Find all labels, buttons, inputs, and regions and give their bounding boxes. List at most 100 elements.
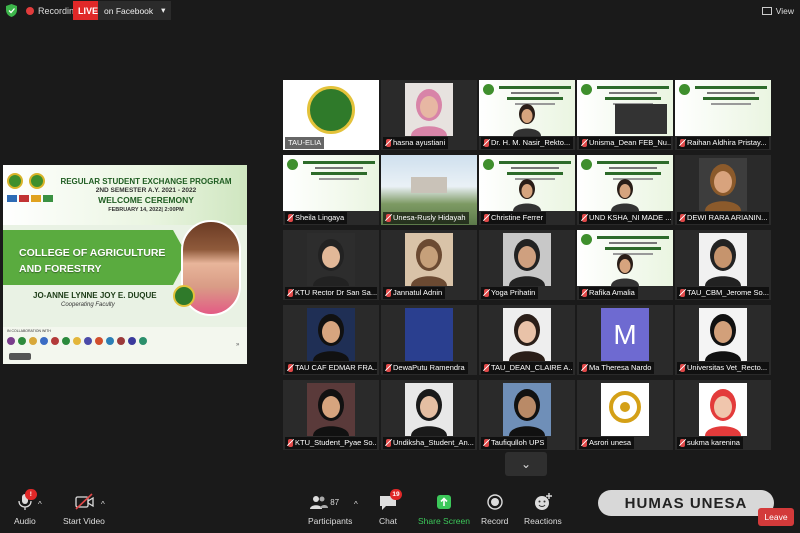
participant-tile[interactable]: Undiksha_Student_An... bbox=[381, 380, 477, 450]
participant-name: Universitas Vet_Recto... bbox=[687, 363, 768, 372]
participant-name-tag: Jannatul Adnin bbox=[383, 287, 446, 299]
participant-name: Ma Theresa Nardo bbox=[589, 363, 652, 372]
participant-tile[interactable]: Raihan Aldhira Pristay... bbox=[675, 80, 771, 150]
slide-semester: 2ND SEMESTER A.Y. 2021 - 2022 bbox=[95, 187, 197, 194]
participant-tile[interactable]: Sheila Lingaya bbox=[283, 155, 379, 225]
university-logo-icon bbox=[7, 173, 23, 189]
participant-tile[interactable]: Universitas Vet_Recto... bbox=[675, 305, 771, 375]
participant-video bbox=[405, 308, 453, 361]
participant-name: TAU_DEAN_CLAIRE A... bbox=[491, 363, 573, 372]
participant-tile[interactable]: Rafika Amalia bbox=[577, 230, 673, 300]
muted-mic-icon bbox=[582, 289, 587, 297]
participant-tile[interactable]: KTU_Student_Pyae So... bbox=[283, 380, 379, 450]
livestream-target-dropdown[interactable]: on Facebook ▾ bbox=[98, 1, 172, 20]
participant-tile[interactable]: UND KSHA_NI MADE ... bbox=[577, 155, 673, 225]
participant-name-tag: TAU_DEAN_CLAIRE A... bbox=[481, 362, 573, 374]
chevron-down-icon: ▾ bbox=[161, 5, 166, 15]
record-button[interactable]: Record bbox=[481, 492, 508, 526]
muted-mic-icon bbox=[582, 439, 587, 447]
participant-name-tag: TAU-ELIA bbox=[285, 137, 325, 149]
slide-person-role: Cooperating Faculty bbox=[61, 302, 115, 308]
share-screen-icon bbox=[434, 492, 454, 512]
muted-mic-icon bbox=[680, 139, 685, 147]
view-button[interactable]: View bbox=[761, 3, 794, 18]
college-emblem-icon bbox=[173, 285, 195, 307]
participant-tile[interactable]: DEWI RARA ARIANIN... bbox=[675, 155, 771, 225]
participant-tile[interactable]: TAU-ELIA bbox=[283, 80, 379, 150]
recording-indicator[interactable]: Recording bbox=[26, 3, 79, 19]
video-indicator-icon[interactable] bbox=[9, 353, 31, 360]
participant-video bbox=[503, 233, 551, 286]
participant-tile[interactable]: KTU Rector Dr San Sa... bbox=[283, 230, 379, 300]
participant-name-tag: Yoga Prihatin bbox=[481, 287, 539, 299]
reactions-button[interactable]: Reactions bbox=[524, 492, 562, 526]
participants-icon: 87 bbox=[310, 492, 350, 512]
shared-screen[interactable]: REGULAR STUDENT EXCHANGE PROGRAM 2ND SEM… bbox=[3, 165, 247, 364]
fullscreen-arrows-icon[interactable]: » bbox=[236, 342, 239, 348]
participant-avatar: M bbox=[601, 308, 649, 361]
participant-video bbox=[503, 308, 551, 361]
participant-name-tag: Christine Ferrer bbox=[481, 212, 547, 224]
participant-tile[interactable]: TAU CAF EDMAR FRA... bbox=[283, 305, 379, 375]
microphone-icon: ! bbox=[15, 489, 37, 512]
participant-name: Yoga Prihatin bbox=[491, 288, 536, 297]
participant-name: Undiksha_Student_An... bbox=[393, 438, 474, 447]
participants-button[interactable]: 87 Participants bbox=[308, 492, 352, 526]
muted-mic-icon bbox=[386, 139, 391, 147]
share-screen-button[interactable]: Share Screen bbox=[418, 492, 470, 526]
participant-tile[interactable]: TAU_CBM_Jerome So... bbox=[675, 230, 771, 300]
next-page-button[interactable]: ⌄ bbox=[505, 452, 547, 476]
participant-name-tag: TAU_CBM_Jerome So... bbox=[677, 287, 769, 299]
participant-shared-slide bbox=[675, 80, 771, 136]
record-label: Record bbox=[481, 516, 509, 526]
leave-button[interactable]: Leave bbox=[758, 508, 794, 526]
security-shield-icon[interactable] bbox=[6, 4, 17, 17]
participant-name-tag: Undiksha_Student_An... bbox=[383, 437, 475, 449]
participant-tile[interactable]: Unisma_Dean FEB_Nu... bbox=[577, 80, 673, 150]
gallery-grid: TAU-ELIA hasna ayustiani Dr. H. M. Nasir_… bbox=[283, 80, 773, 450]
chat-unread-badge: 19 bbox=[390, 489, 402, 500]
collab-logo-icon bbox=[117, 337, 125, 345]
participant-name-tag: DewaPutu Ramendra bbox=[383, 362, 468, 374]
participant-tile[interactable]: Christine Ferrer bbox=[479, 155, 575, 225]
audio-options-caret-icon[interactable]: ^ bbox=[38, 500, 42, 509]
muted-mic-icon bbox=[386, 214, 391, 222]
video-options-caret-icon[interactable]: ^ bbox=[101, 500, 105, 509]
participant-tile[interactable]: sukma karenina bbox=[675, 380, 771, 450]
start-video-button[interactable]: Start Video bbox=[63, 492, 105, 526]
participant-tile[interactable]: Taufiqulloh UPS bbox=[479, 380, 575, 450]
participant-tile[interactable]: DewaPutu Ramendra bbox=[381, 305, 477, 375]
muted-mic-icon bbox=[386, 439, 391, 447]
participant-name-tag: UND KSHA_NI MADE ... bbox=[579, 212, 671, 224]
record-icon bbox=[485, 492, 505, 512]
participants-options-caret-icon[interactable]: ^ bbox=[354, 500, 358, 509]
participant-video bbox=[307, 383, 355, 436]
participant-tile[interactable]: Unesa-Rusly Hidayah bbox=[381, 155, 477, 225]
participant-tile[interactable]: Yoga Prihatin bbox=[479, 230, 575, 300]
start-video-label: Start Video bbox=[63, 516, 105, 526]
participant-name: DewaPutu Ramendra bbox=[393, 363, 465, 372]
muted-mic-icon bbox=[484, 289, 489, 297]
audio-button[interactable]: ! Audio bbox=[14, 489, 37, 526]
chat-icon: 19 bbox=[378, 489, 402, 512]
muted-mic-icon bbox=[484, 214, 489, 222]
partner-logo-icon bbox=[7, 195, 17, 202]
participant-tile[interactable]: hasna ayustiani bbox=[381, 80, 477, 150]
recording-dot-icon bbox=[26, 7, 34, 15]
participant-tile[interactable]: Jannatul Adnin bbox=[381, 230, 477, 300]
participant-name-tag: Ma Theresa Nardo bbox=[579, 362, 655, 374]
participant-name: UND KSHA_NI MADE ... bbox=[589, 213, 671, 222]
smiley-plus-icon bbox=[533, 492, 553, 512]
participant-tile[interactable]: M Ma Theresa Nardo bbox=[577, 305, 673, 375]
participant-name-tag: Dr. H. M. Nasir_Rekto... bbox=[481, 137, 573, 149]
participant-name-tag: Taufiqulloh UPS bbox=[481, 437, 548, 449]
participant-tile[interactable]: Asrori unesa bbox=[577, 380, 673, 450]
participant-name-tag: Universitas Vet_Recto... bbox=[677, 362, 769, 374]
participant-name-tag: KTU Rector Dr San Sa... bbox=[285, 287, 377, 299]
participant-tile[interactable]: TAU_DEAN_CLAIRE A... bbox=[479, 305, 575, 375]
chat-button[interactable]: 19 Chat bbox=[378, 489, 402, 526]
video-off-icon bbox=[74, 492, 94, 512]
participant-video bbox=[307, 308, 355, 361]
livestream-target-label: on Facebook bbox=[104, 5, 154, 16]
participant-tile[interactable]: Dr. H. M. Nasir_Rekto... bbox=[479, 80, 575, 150]
